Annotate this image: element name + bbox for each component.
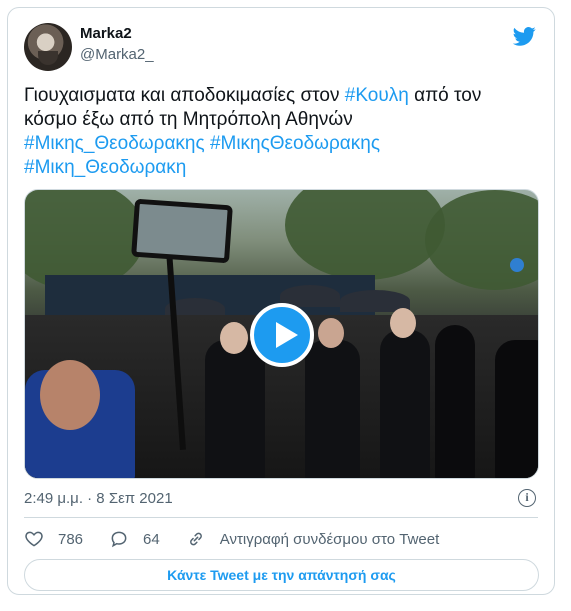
link-icon <box>189 532 202 546</box>
twitter-bird-icon[interactable] <box>512 24 536 48</box>
author-name[interactable]: Marka2 <box>80 25 132 42</box>
author-handle[interactable]: @Marka2_ <box>80 46 154 63</box>
reply-bubble-icon <box>111 531 127 548</box>
divider <box>24 517 538 518</box>
tweet-text-part: Γιουχαισματα και αποδοκιμασίες στον <box>24 85 345 106</box>
person-head-shape <box>220 322 248 354</box>
street-sign-shape <box>510 258 524 272</box>
copy-link-button[interactable]: Αντιγραφή συνδέσμου στο Tweet <box>186 529 440 549</box>
video-player[interactable] <box>24 189 539 479</box>
person-shape <box>380 330 430 478</box>
like-count: 786 <box>58 530 84 548</box>
avatar[interactable] <box>24 23 72 71</box>
action-bar: 786 64 Αντιγραφή συνδέσμου στο Tweet <box>24 525 465 553</box>
info-icon[interactable]: i <box>518 489 536 507</box>
person-head-shape <box>318 318 344 348</box>
hashtag-2[interactable]: #ΜικηςΘεοδωρακης <box>210 133 380 154</box>
hashtag-1[interactable]: #Μικης_Θεοδωρακης <box>24 133 205 154</box>
tree-shape <box>285 190 445 280</box>
tweet-text-part: από τον <box>408 85 482 106</box>
tweet-text: Γιουχαισματα και αποδοκιμασίες στον #Κου… <box>24 84 534 180</box>
tweet-card: Marka2 @Marka2_ Γιουχαισματα και αποδοκι… <box>7 7 555 595</box>
hashtag-koulh[interactable]: #Κουλη <box>345 85 409 106</box>
tweet-text-line2: κόσμο έξω από τη Μητρόπολη Αθηνών <box>24 109 353 130</box>
copy-link-label: Αντιγραφή συνδέσμου στο Tweet <box>219 530 440 548</box>
person-shape <box>495 340 538 478</box>
heart-icon <box>25 531 43 547</box>
person-shape <box>305 340 360 478</box>
tweet-reply-button[interactable]: Κάντε Tweet με την απάντησή σας <box>24 559 539 591</box>
play-icon[interactable] <box>250 303 314 367</box>
person-shape <box>435 325 475 478</box>
phone-shape <box>131 198 233 264</box>
reply-count: 64 <box>143 530 160 548</box>
hashtag-3[interactable]: #Μικη_Θεοδωρακη <box>24 157 186 178</box>
tweet-timestamp[interactable]: 2:49 μ.μ. · 8 Σεπ 2021 <box>24 490 173 507</box>
person-shape <box>205 340 265 478</box>
person-head-shape <box>40 360 100 430</box>
like-button[interactable]: 786 <box>24 529 83 549</box>
reply-action[interactable]: 64 <box>109 529 160 549</box>
avatar-beard <box>38 51 58 65</box>
tree-shape <box>425 190 538 290</box>
person-head-shape <box>390 308 416 338</box>
